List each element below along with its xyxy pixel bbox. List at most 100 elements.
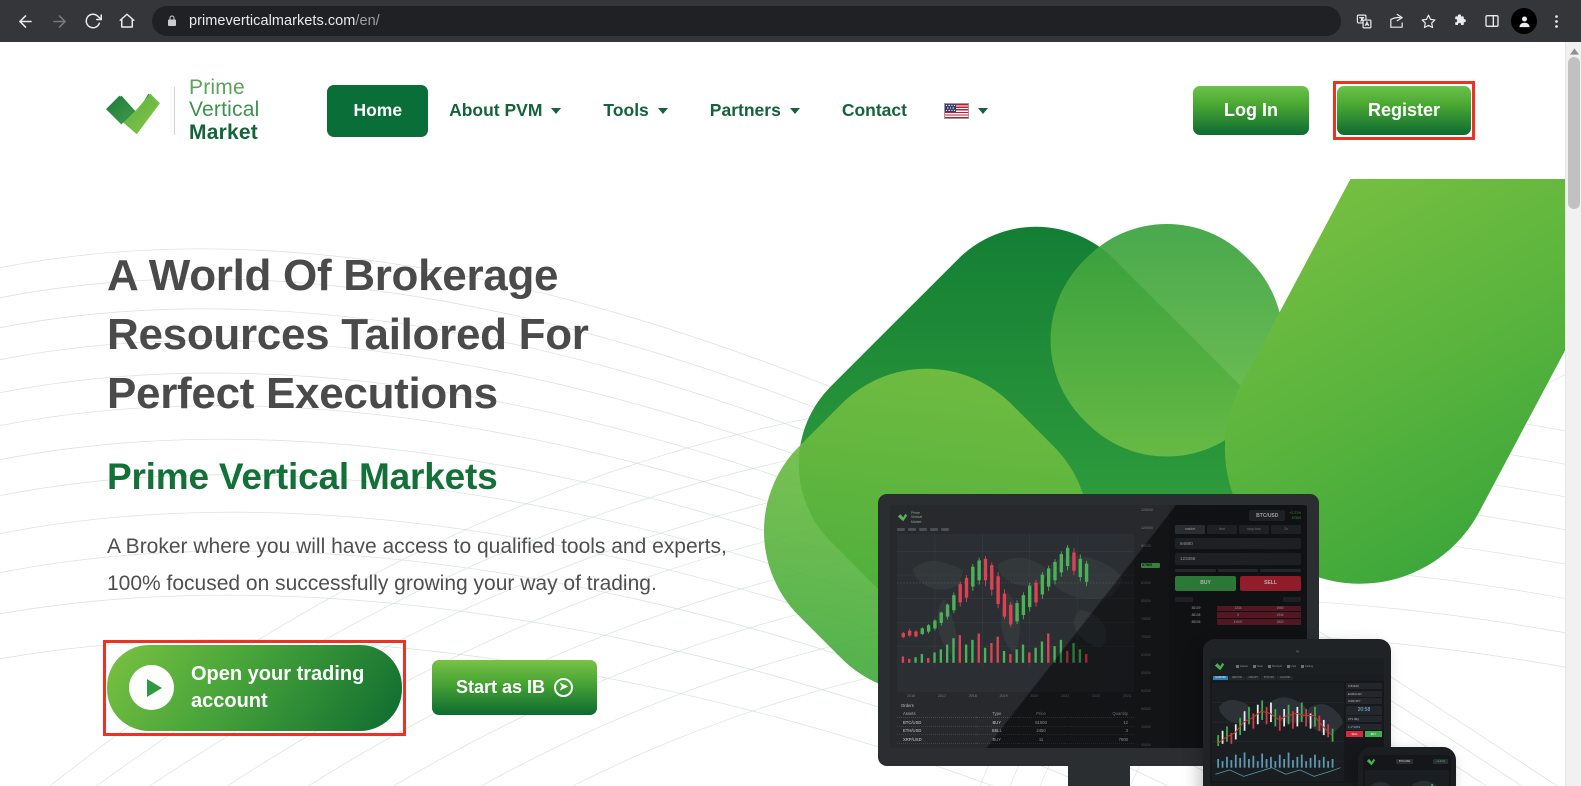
symbol-tab[interactable]: USD/JPY bbox=[1245, 675, 1261, 680]
language-selector[interactable] bbox=[928, 102, 1004, 119]
y-label: 75000 bbox=[1141, 617, 1151, 622]
puzzle-icon[interactable] bbox=[1445, 6, 1475, 36]
monitor-stand bbox=[1067, 766, 1130, 786]
depth-header bbox=[1175, 596, 1301, 602]
side-panel-icon[interactable] bbox=[1477, 6, 1507, 36]
hero-section: A World Of Brokerage Resources Tailored … bbox=[0, 179, 1581, 786]
sell-button[interactable]: SELL bbox=[1240, 575, 1301, 591]
symbol-tab[interactable]: XAU/USD bbox=[1277, 675, 1293, 680]
phone-mockup: BTC/USD +2.21% bbox=[1358, 747, 1456, 786]
nav-item-home[interactable]: Home bbox=[327, 84, 429, 137]
tab-limit[interactable]: limit bbox=[1207, 525, 1237, 534]
forward-arrow-icon[interactable] bbox=[44, 6, 74, 36]
open-trading-account-button[interactable]: Open your trading account bbox=[107, 644, 402, 731]
x-label: 2017 bbox=[937, 694, 947, 699]
y-label: 50000 bbox=[1141, 707, 1151, 712]
nav-item-tools[interactable]: Tools bbox=[582, 85, 688, 137]
home-icon[interactable] bbox=[112, 6, 142, 36]
logo-text: Prime Vertical Market bbox=[189, 76, 259, 144]
order-type: BUY bbox=[975, 717, 1018, 727]
translate-icon[interactable] bbox=[1349, 6, 1379, 36]
x-label: 2018 bbox=[968, 694, 977, 699]
pair-symbol: BTC/USD bbox=[1249, 510, 1286, 521]
nav-label-home: Home bbox=[353, 100, 403, 120]
arrow-circle-right-icon: ➤ bbox=[554, 678, 574, 698]
tablet-candlestick-chart bbox=[1212, 697, 1344, 777]
price-chart bbox=[897, 534, 1134, 693]
order-price-input[interactable]: 94680 bbox=[1175, 537, 1301, 550]
nav-label-contact: Contact bbox=[841, 100, 907, 120]
tablet-sell-button[interactable]: SELL bbox=[1346, 731, 1364, 737]
start-as-ib-button[interactable]: Start as IB ➤ bbox=[432, 660, 598, 716]
y-label: 120000 bbox=[1141, 526, 1153, 531]
order-type-tabs: market limit stop loss 2x bbox=[1175, 525, 1301, 534]
order-amount-input[interactable]: 123456 bbox=[1175, 553, 1301, 565]
login-button[interactable]: Log In bbox=[1192, 86, 1309, 135]
menu-item-setting[interactable]: Setting bbox=[1301, 664, 1313, 668]
orders-table: Assets Type Price Quantity BTC/USD BUY 8… bbox=[897, 710, 1134, 744]
tab-stop-loss[interactable]: stop loss bbox=[1239, 525, 1269, 534]
tablet-symbol-tabs: EUR/USD GBP/USD USD/JPY BTC/USD XAU/USD bbox=[1210, 674, 1384, 681]
scroll-up-arrow-icon[interactable] bbox=[1566, 45, 1581, 57]
menu-item-assets[interactable]: Assets bbox=[1236, 664, 1248, 668]
order-amount-slider[interactable] bbox=[1175, 568, 1302, 572]
order-qty: 3 bbox=[1064, 726, 1134, 736]
tab-leverage[interactable]: 2x bbox=[1271, 525, 1301, 534]
buy-sell-row: BUY SELL bbox=[1175, 575, 1301, 591]
chart-y-axis: 125000 120000 91000 87965 81000 80000 75… bbox=[1139, 505, 1169, 748]
pair-row: BTC/USD +2.21% 87965 bbox=[1175, 510, 1301, 521]
y-label: 51000 bbox=[1141, 689, 1151, 694]
tablet-chart bbox=[1212, 683, 1344, 781]
reload-icon[interactable] bbox=[78, 6, 108, 36]
url-domain: primeverticalmarkets.com bbox=[189, 13, 356, 29]
tab-market[interactable]: market bbox=[1175, 525, 1205, 534]
nav-item-contact[interactable]: Contact bbox=[821, 85, 928, 137]
scrollbar-thumb[interactable] bbox=[1568, 57, 1580, 209]
register-button[interactable]: Register bbox=[1336, 86, 1471, 135]
menu-item-terminal[interactable]: Terminal bbox=[1267, 664, 1282, 668]
symbol-tab[interactable]: GBP/USD bbox=[1229, 675, 1245, 680]
buy-button[interactable]: BUY bbox=[1175, 575, 1236, 591]
tablet-menu: Assets Tools Terminal Lists Setting bbox=[1236, 664, 1313, 668]
star-icon[interactable] bbox=[1413, 6, 1443, 36]
order-price: 81500 bbox=[1017, 717, 1065, 727]
open-trading-account-label: Open your trading account bbox=[191, 663, 365, 712]
page-scrollbar[interactable] bbox=[1565, 42, 1581, 786]
menu-item-tools[interactable]: Tools bbox=[1252, 664, 1263, 668]
symbol-tab[interactable]: EUR/USD bbox=[1213, 675, 1229, 680]
page-title: A World Of Brokerage Resources Tailored … bbox=[107, 247, 700, 424]
table-row: BTC/USD BUY 81500 12 bbox=[897, 717, 1134, 727]
profile-avatar-icon[interactable] bbox=[1509, 6, 1539, 36]
order-book-row: 88109 1234 1960 bbox=[1175, 605, 1301, 612]
headline-line-3: Perfect Executions bbox=[107, 368, 498, 418]
nav-item-about-pvm[interactable]: About PVM bbox=[428, 85, 582, 137]
x-label: 2023 bbox=[1122, 694, 1131, 699]
three-dot-menu-icon[interactable] bbox=[1541, 6, 1571, 36]
order-qty: 7800 bbox=[1064, 734, 1134, 744]
site-logo[interactable]: Prime Vertical Market bbox=[104, 76, 259, 144]
play-circle-icon bbox=[129, 665, 174, 711]
browser-toolbar: primeverticalmarkets.com/en/ bbox=[0, 0, 1581, 42]
chevron-down-icon bbox=[551, 107, 562, 114]
tablet-buy-button[interactable]: BUY bbox=[1364, 731, 1382, 737]
x-label: 2019 bbox=[999, 694, 1008, 699]
y-label: 81000 bbox=[1141, 581, 1151, 586]
y-label: 40000 bbox=[1141, 743, 1151, 748]
nav-item-partners[interactable]: Partners bbox=[689, 85, 821, 137]
y-label-highlighted: 87965 bbox=[1141, 563, 1160, 568]
phone-screen: BTC/USD +2.21% bbox=[1363, 755, 1451, 786]
hero-subheadline: Prime Vertical Markets bbox=[107, 455, 498, 497]
chevron-down-icon bbox=[657, 107, 668, 114]
y-label: 80000 bbox=[1141, 599, 1151, 604]
platform-logo-text: Prime Vertical Market bbox=[911, 511, 923, 524]
nav-label-partners: Partners bbox=[709, 100, 781, 120]
menu-item-lists[interactable]: Lists bbox=[1286, 664, 1296, 668]
symbol-tab[interactable]: BTC/USD bbox=[1261, 675, 1277, 680]
back-arrow-icon[interactable] bbox=[10, 6, 40, 36]
quote-3: USD/JPY bbox=[1346, 698, 1382, 704]
url-path: /en/ bbox=[355, 13, 380, 29]
y-label: 125000 bbox=[1141, 508, 1153, 512]
y-label: 70000 bbox=[1141, 635, 1151, 640]
share-icon[interactable] bbox=[1381, 6, 1411, 36]
address-bar[interactable]: primeverticalmarkets.com/en/ bbox=[152, 6, 1341, 36]
